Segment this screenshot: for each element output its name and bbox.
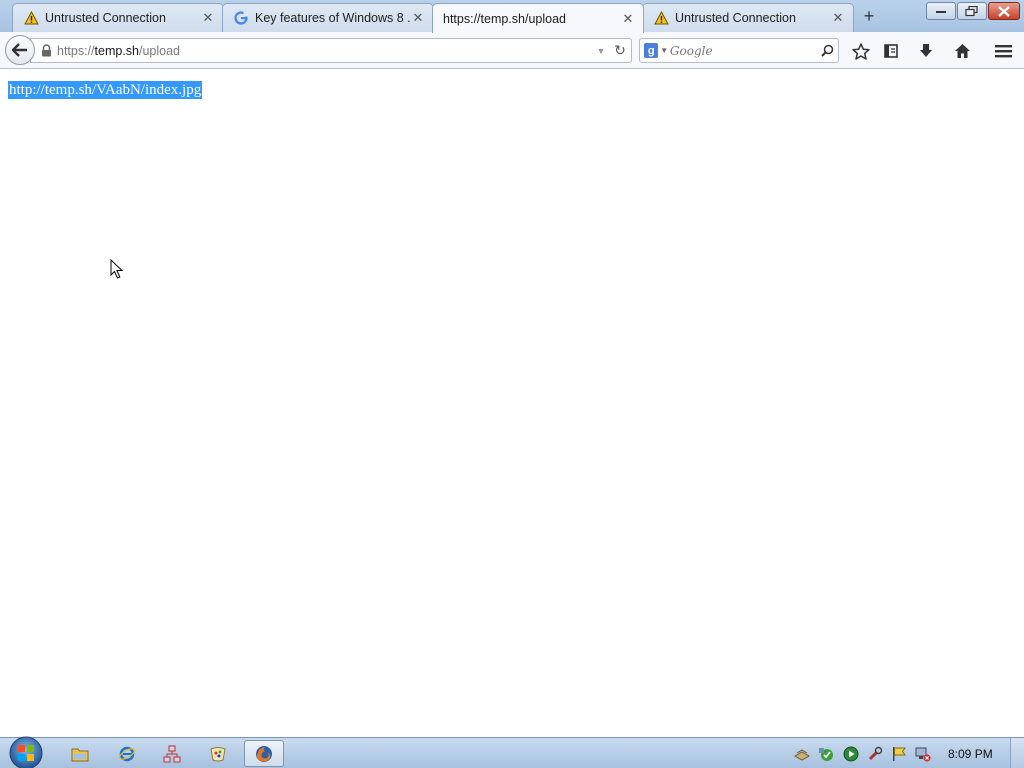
- menu-icon[interactable]: [992, 41, 1014, 61]
- minimize-button[interactable]: [926, 2, 956, 20]
- network-icon: [163, 745, 181, 762]
- downloads-icon[interactable]: [915, 41, 937, 61]
- address-bar[interactable]: https://temp.sh/upload ▼ ↻: [30, 38, 632, 63]
- show-desktop-button[interactable]: [1010, 738, 1024, 768]
- restore-button[interactable]: [957, 2, 987, 20]
- tab-untrusted-connection-2[interactable]: Untrusted Connection ✕: [642, 3, 854, 32]
- bookmarks-menu-icon[interactable]: [880, 41, 902, 61]
- bookmark-star-icon[interactable]: [850, 41, 872, 61]
- tray-network-disconnected-icon[interactable]: [915, 746, 931, 762]
- search-icon[interactable]: [817, 44, 838, 57]
- history-dropdown-icon[interactable]: ▼: [593, 46, 609, 56]
- url-text[interactable]: https://temp.sh/upload: [52, 44, 593, 58]
- close-tab-icon[interactable]: ✕: [831, 10, 845, 26]
- url-scheme: https://: [57, 43, 95, 58]
- engine-dropdown-icon[interactable]: ▼: [658, 46, 670, 55]
- google-icon: [233, 10, 249, 26]
- close-tab-icon[interactable]: ✕: [621, 11, 635, 27]
- search-engine-icon[interactable]: g: [644, 43, 659, 58]
- tab-key-features[interactable]: Key features of Windows 8 ... ✕: [222, 3, 434, 32]
- close-window-button[interactable]: [988, 2, 1020, 20]
- start-button[interactable]: [8, 735, 44, 768]
- tray-flag-icon[interactable]: [891, 746, 907, 762]
- tab-temp-sh-upload[interactable]: https://temp.sh/upload ✕: [432, 3, 644, 33]
- search-bar[interactable]: g ▼: [639, 38, 839, 63]
- warning-icon: [23, 10, 39, 26]
- tab-title: https://temp.sh/upload: [443, 11, 566, 26]
- uploaded-file-link[interactable]: http://temp.sh/VAabN/index.jpg: [8, 81, 203, 99]
- search-input[interactable]: [669, 43, 817, 58]
- paint-icon: [210, 746, 226, 761]
- mouse-cursor-icon: [110, 259, 124, 279]
- home-icon[interactable]: [951, 41, 973, 61]
- navigation-toolbar: https://temp.sh/upload ▼ ↻ g ▼: [0, 32, 1024, 69]
- taskbar-explorer[interactable]: [60, 740, 100, 767]
- tray-tool-icon[interactable]: [867, 746, 883, 762]
- close-tab-icon[interactable]: ✕: [201, 10, 215, 26]
- taskbar-firefox[interactable]: [244, 740, 284, 767]
- reload-icon[interactable]: ↻: [609, 42, 631, 59]
- close-icon: [998, 5, 1010, 17]
- tray-media-icon[interactable]: [843, 746, 859, 762]
- tab-untrusted-connection-1[interactable]: Untrusted Connection ✕: [12, 3, 224, 32]
- internet-explorer-icon: [118, 746, 136, 761]
- tray-drive-icon[interactable]: [794, 746, 810, 762]
- restore-icon: [965, 5, 978, 16]
- url-host: temp.sh: [94, 43, 139, 58]
- warning-icon: [653, 10, 669, 26]
- taskbar-network[interactable]: [152, 740, 192, 767]
- lock-icon: [41, 44, 52, 57]
- minimize-icon: [936, 11, 946, 13]
- tab-strip: Untrusted Connection ✕ Key features of W…: [0, 0, 1024, 33]
- file-explorer-icon: [71, 748, 89, 761]
- new-tab-button[interactable]: +: [858, 5, 880, 27]
- tray-security-icon[interactable]: [818, 746, 834, 762]
- back-button[interactable]: [5, 35, 35, 65]
- system-clock[interactable]: 8:09 PM: [948, 747, 993, 761]
- windows-taskbar: 8:09 PM: [0, 735, 1024, 768]
- page-content: http://temp.sh/VAabN/index.jpg: [0, 70, 1024, 737]
- tab-title: Untrusted Connection: [45, 11, 166, 25]
- firefox-icon: [256, 745, 272, 762]
- close-tab-icon[interactable]: ✕: [411, 10, 425, 26]
- taskbar-internet-explorer[interactable]: [107, 740, 147, 767]
- back-arrow-icon: [12, 43, 27, 57]
- taskbar-paint[interactable]: [198, 740, 238, 767]
- tab-title: Key features of Windows 8 ...: [255, 11, 411, 25]
- tab-title: Untrusted Connection: [675, 11, 796, 25]
- url-path: /upload: [139, 43, 181, 58]
